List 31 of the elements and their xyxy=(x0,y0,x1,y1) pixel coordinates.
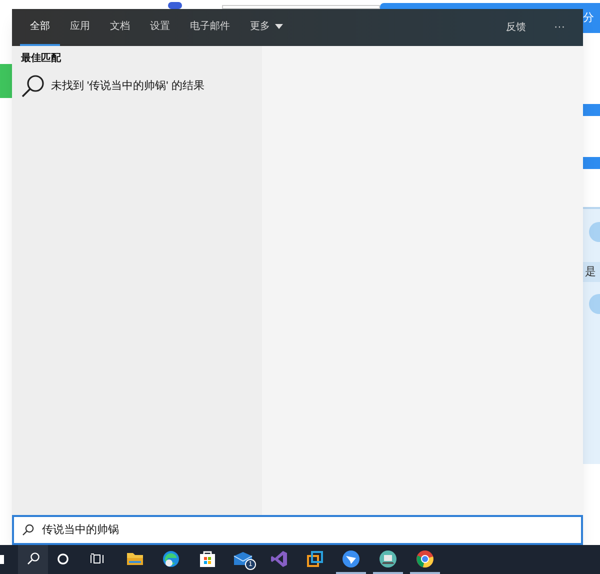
paw-icon xyxy=(168,2,182,9)
banner-strip xyxy=(0,64,12,98)
search-field[interactable]: 传说当中的帅锅 xyxy=(12,515,583,545)
search-icon xyxy=(21,74,45,98)
edge-icon xyxy=(162,550,180,568)
more-button[interactable]: ··· xyxy=(546,9,573,46)
row-text: 是 xyxy=(585,265,596,279)
tab[interactable]: 文档 xyxy=(100,9,140,46)
store-icon xyxy=(198,550,216,568)
search-icon xyxy=(22,524,34,536)
folder-icon xyxy=(126,551,144,566)
header-text: 分 xyxy=(583,12,594,24)
tab[interactable]: 电子邮件 xyxy=(180,9,240,46)
tab[interactable]: 更多 xyxy=(240,9,293,46)
taskbar-button[interactable] xyxy=(18,545,48,574)
circle-icon xyxy=(57,552,69,564)
tab[interactable]: 应用 xyxy=(60,9,100,46)
no-result-text: 未找到 '传说当中的帅锅' 的结果 xyxy=(51,78,204,94)
chrome-icon xyxy=(416,550,434,568)
laptop-icon xyxy=(379,550,397,568)
bird-icon xyxy=(342,550,360,568)
tab[interactable]: 设置 xyxy=(140,9,180,46)
overlapping-squares-icon xyxy=(306,550,324,568)
search-field[interactable] xyxy=(222,5,380,9)
row-bar xyxy=(583,262,600,282)
search-icon xyxy=(26,552,40,565)
caret-icon xyxy=(275,24,283,29)
visual-studio-icon xyxy=(270,550,288,568)
task-view-icon xyxy=(90,552,104,564)
feedback-button[interactable]: 反馈 xyxy=(498,9,534,46)
section-title: 最佳匹配 xyxy=(21,53,62,65)
